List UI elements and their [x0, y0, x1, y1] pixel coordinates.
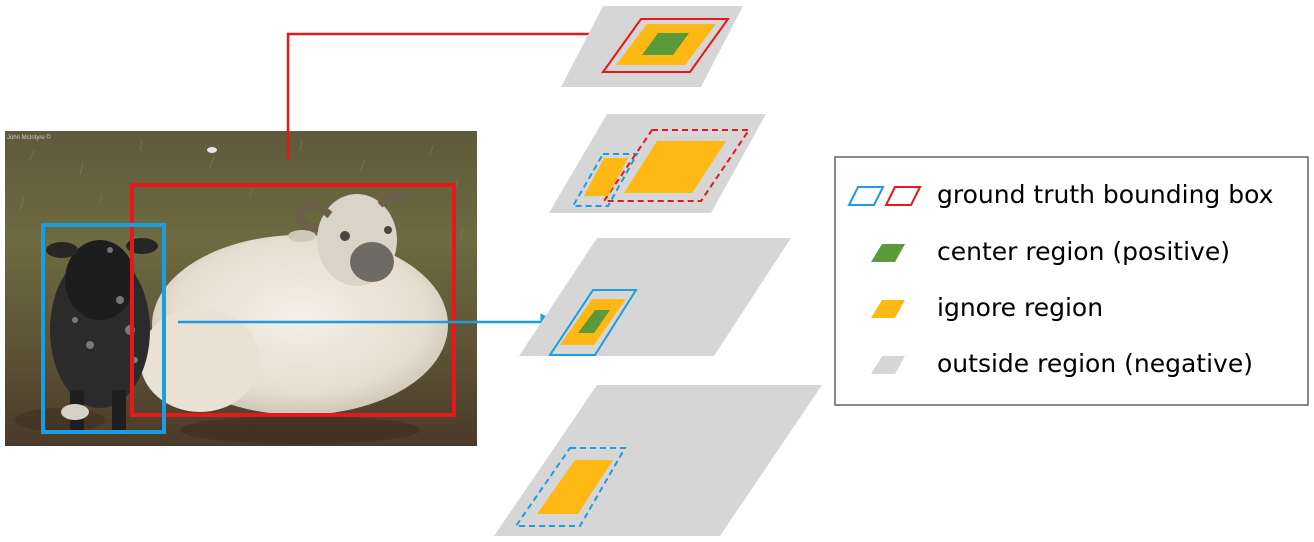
feature-level-2	[549, 114, 766, 213]
outside-region	[519, 238, 791, 356]
legend: ground truth bounding box center region …	[834, 156, 1309, 406]
feature-level-4	[494, 385, 822, 536]
photo-watermark: John McIntyre ©	[7, 134, 51, 141]
diagram-canvas: John McIntyre © ground truth bounding bo…	[5, 6, 1309, 536]
feature-level-1	[561, 6, 743, 87]
legend-label-ground-truth: ground truth bounding box	[937, 180, 1273, 209]
feature-level-3	[519, 238, 791, 356]
sheep-photo: John McIntyre ©	[5, 131, 477, 446]
legend-label-ignore-region: ignore region	[937, 293, 1103, 322]
legend-label-center-region: center region (positive)	[937, 237, 1230, 266]
legend-label-outside-region: outside region (negative)	[937, 349, 1253, 378]
